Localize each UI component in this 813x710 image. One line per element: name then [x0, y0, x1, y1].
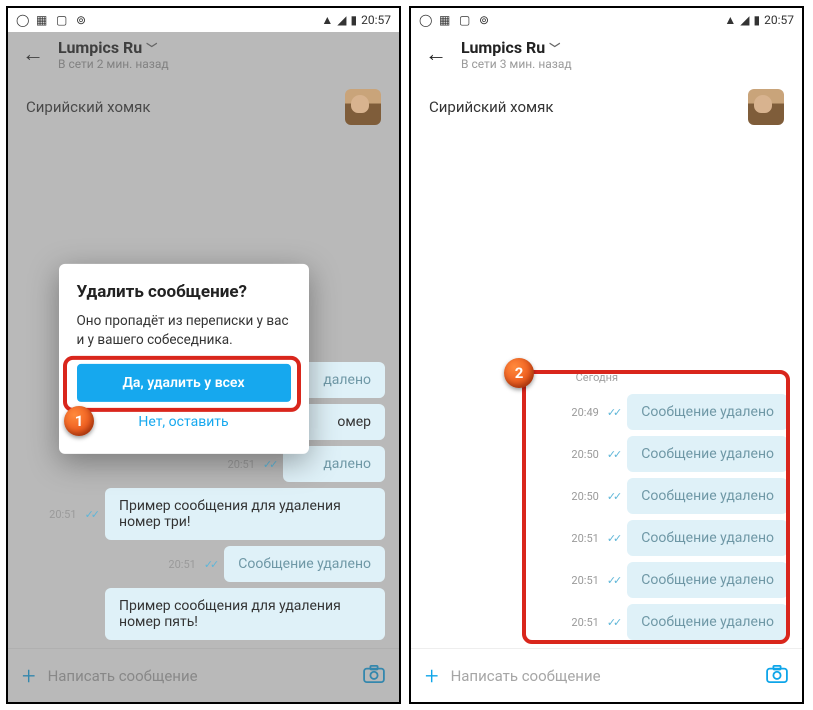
pinned-contact-name: Сирийский хомяк — [429, 98, 553, 116]
chevron-down-icon: ﹀ — [549, 40, 560, 56]
read-ticks-icon: ✓✓ — [607, 532, 619, 545]
signal-icon: ◢ — [337, 13, 346, 27]
annotation-marker-2: 2 — [504, 358, 534, 388]
conversation-area[interactable]: Сегодня 20:49✓✓Сообщение удалено 20:50✓✓… — [411, 133, 802, 648]
date-label: Сегодня — [421, 371, 788, 384]
add-button[interactable]: + — [425, 662, 439, 690]
status-bar: ◯ ▦ ▢ ⊚ ▲ ◢ ▮ 20:57 — [8, 8, 399, 32]
back-button[interactable]: ← — [425, 44, 447, 66]
pinned-contact: Сирийский хомяк — [411, 81, 802, 133]
avatar[interactable] — [748, 89, 784, 125]
read-ticks-icon: ✓✓ — [607, 616, 619, 629]
message-row: 20:51✓✓Сообщение удалено — [421, 604, 788, 640]
dialog-title: Удалить сообщение? — [77, 282, 291, 302]
calendar-icon: ▦ — [36, 13, 50, 27]
shazam-icon: ⊚ — [479, 13, 493, 27]
read-ticks-icon: ✓✓ — [607, 406, 619, 419]
status-bar: ◯ ▦ ▢ ⊚ ▲ ◢ ▮ 20:57 — [411, 8, 802, 32]
battery-icon: ▮ — [351, 13, 358, 27]
avatar[interactable] — [345, 89, 381, 125]
phone-right: ◯ ▦ ▢ ⊚ ▲ ◢ ▮ 20:57 ← Lumpics Ru﹀ В сети… — [409, 6, 804, 704]
read-ticks-icon: ✓✓ — [607, 490, 619, 503]
chat-header: ← Lumpics Ru﹀ В сети 3 мин. назад — [411, 32, 802, 81]
message-row: 20:51✓✓ Сообщение удалено — [18, 546, 385, 582]
phone-left: ◯ ▦ ▢ ⊚ ▲ ◢ ▮ 20:57 ← Lumpics Ru﹀ В сети… — [6, 6, 401, 704]
message-list: Сегодня 20:49✓✓Сообщение удалено 20:50✓✓… — [411, 357, 802, 648]
signal-icon: ◢ — [740, 13, 749, 27]
opera-icon: ◯ — [16, 13, 30, 27]
wifi-icon: ▲ — [321, 13, 333, 27]
clock-text: 20:57 — [764, 13, 794, 27]
instagram-icon: ▢ — [56, 13, 70, 27]
message-row: Пример сообщения для удаления номер пять… — [18, 588, 385, 640]
instagram-icon: ▢ — [459, 13, 473, 27]
delete-dialog: Удалить сообщение? Оно пропадёт из переп… — [59, 264, 309, 454]
read-ticks-icon: ✓✓ — [607, 574, 619, 587]
read-ticks-icon: ✓✓ — [204, 558, 216, 571]
clock-text: 20:57 — [361, 13, 391, 27]
wifi-icon: ▲ — [724, 13, 736, 27]
read-ticks-icon: ✓✓ — [263, 458, 275, 471]
camera-button[interactable] — [766, 665, 788, 687]
chat-title[interactable]: Lumpics Ru﹀ — [461, 38, 572, 57]
message-row: 20:49✓✓Сообщение удалено — [421, 394, 788, 430]
message-row: 20:51✓✓ Пример сообщения для удаления но… — [18, 488, 385, 540]
chat-subtitle: В сети 3 мин. назад — [461, 57, 572, 71]
opera-icon: ◯ — [419, 13, 433, 27]
message-row: 20:50✓✓Сообщение удалено — [421, 436, 788, 472]
calendar-icon: ▦ — [439, 13, 453, 27]
battery-icon: ▮ — [754, 13, 761, 27]
composer-input[interactable]: Написать сообщение — [451, 667, 754, 685]
dialog-body: Оно пропадёт из переписки у вас и у ваше… — [77, 312, 291, 350]
confirm-delete-button[interactable]: Да, удалить у всех — [77, 364, 291, 402]
cancel-delete-button[interactable]: Нет, оставить — [77, 402, 291, 442]
read-ticks-icon: ✓✓ — [607, 448, 619, 461]
message-row: 20:50✓✓Сообщение удалено — [421, 478, 788, 514]
composer: + Написать сообщение — [411, 648, 802, 702]
message-row: 20:51✓✓Сообщение удалено — [421, 562, 788, 598]
message-row: 20:51✓✓Сообщение удалено — [421, 520, 788, 556]
read-ticks-icon: ✓✓ — [85, 508, 97, 521]
annotation-marker-1: 1 — [64, 406, 94, 436]
shazam-icon: ⊚ — [76, 13, 90, 27]
